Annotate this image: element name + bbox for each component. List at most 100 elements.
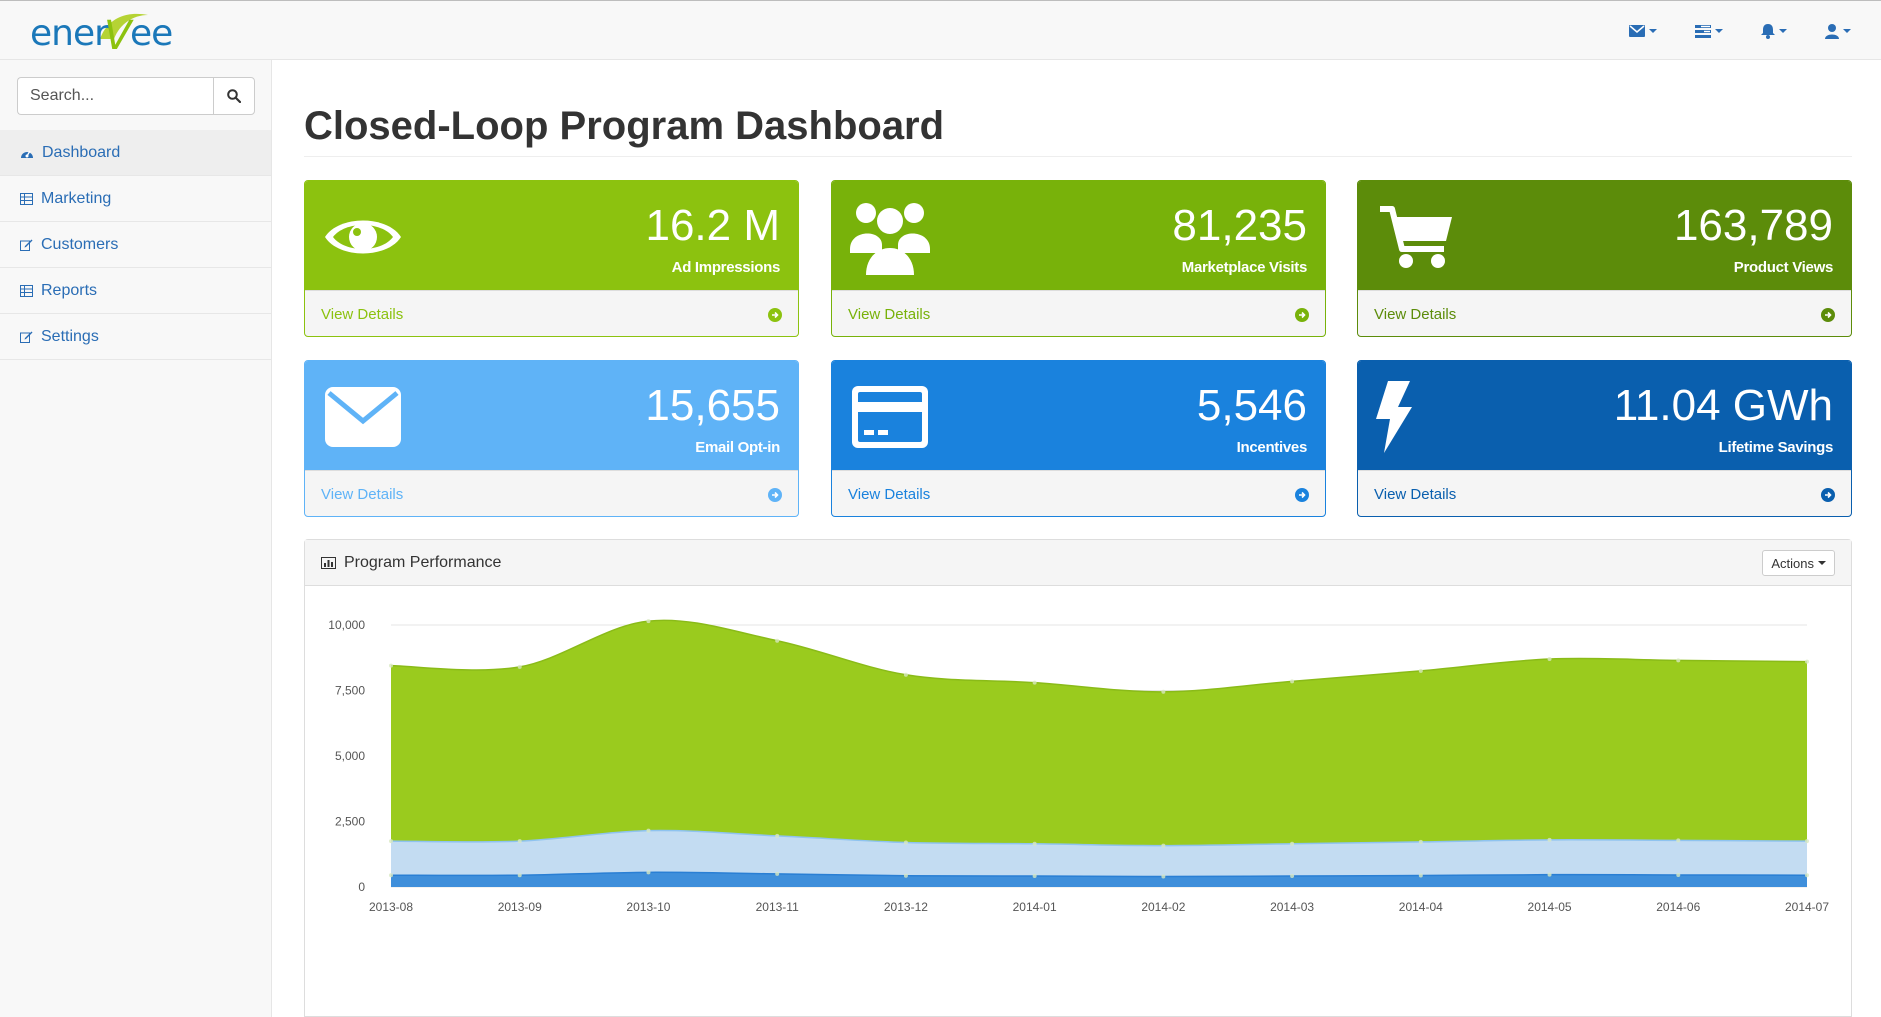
user-dropdown[interactable] xyxy=(1825,17,1851,45)
data-point xyxy=(903,873,908,878)
stat-value: 5,546 xyxy=(1196,381,1307,430)
view-details-link[interactable]: View Details xyxy=(1358,290,1851,336)
x-tick-label: 2014-05 xyxy=(1528,900,1572,914)
view-details-label: View Details xyxy=(848,486,931,503)
search-icon xyxy=(227,89,241,103)
edit-icon xyxy=(20,239,33,251)
tasks-dropdown[interactable] xyxy=(1695,17,1723,45)
data-point xyxy=(1032,680,1037,685)
actions-label: Actions xyxy=(1771,555,1814,571)
program-performance-panel: Program Performance Actions 0 2,500 5,000 7… xyxy=(304,539,1852,1017)
bell-icon xyxy=(1761,23,1775,39)
arrow-circle-right-icon xyxy=(1295,307,1309,322)
panel-heading: 16.2 M Ad Impressions xyxy=(305,181,798,290)
chevron-down-icon xyxy=(1779,29,1787,33)
data-point xyxy=(1032,841,1037,846)
sidebar-item-marketing[interactable]: Marketing xyxy=(0,176,271,222)
view-details-link[interactable]: View Details xyxy=(305,290,798,336)
x-tick-label: 2014-03 xyxy=(1270,900,1314,914)
stat-panel-product-views: 163,789 Product Views View Details xyxy=(1357,180,1852,337)
chevron-down-icon xyxy=(1818,561,1826,565)
data-point xyxy=(389,663,393,668)
stat-panel-email-opt-in: 15,655 Email Opt-in View Details xyxy=(304,360,799,517)
x-tick-label: 2013-12 xyxy=(884,900,928,914)
sidebar-item-label: Marketing xyxy=(41,189,112,207)
data-point xyxy=(1676,658,1681,663)
svg-text:ener: ener xyxy=(30,13,109,54)
sidebar-item-settings[interactable]: Settings xyxy=(0,314,271,360)
view-details-link[interactable]: View Details xyxy=(305,470,798,516)
data-point xyxy=(775,871,780,876)
data-point xyxy=(389,873,393,878)
sidebar-item-reports[interactable]: Reports xyxy=(0,268,271,314)
y-tick-label: 7,500 xyxy=(335,684,365,698)
search-input[interactable] xyxy=(17,77,213,115)
table-icon xyxy=(20,192,33,205)
data-point xyxy=(1805,839,1809,844)
data-point xyxy=(903,840,908,845)
arrow-circle-right-icon xyxy=(768,307,782,322)
chevron-down-icon xyxy=(1649,29,1657,33)
data-point xyxy=(1032,873,1037,878)
data-point xyxy=(1418,839,1423,844)
table-icon xyxy=(20,284,33,297)
arrow-circle-right-icon xyxy=(768,487,782,502)
arrow-circle-right-icon xyxy=(1821,487,1835,502)
x-tick-label: 2014-06 xyxy=(1656,900,1700,914)
stat-value: 163,789 xyxy=(1673,201,1833,250)
stat-label: Marketplace Visits xyxy=(1181,259,1308,276)
tasks-icon xyxy=(1695,24,1711,38)
arrow-circle-right-icon xyxy=(1821,307,1835,322)
chevron-down-icon xyxy=(1715,29,1723,33)
y-tick-label: 10,000 xyxy=(328,618,365,632)
data-point xyxy=(1676,838,1681,843)
x-tick-label: 2014-01 xyxy=(1013,900,1057,914)
panel-heading: 5,546 Incentives xyxy=(832,361,1325,470)
view-details-link[interactable]: View Details xyxy=(832,290,1325,336)
x-tick-label: 2013-08 xyxy=(369,900,413,914)
panel-heading: 81,235 Marketplace Visits xyxy=(832,181,1325,290)
data-point xyxy=(646,619,651,624)
data-point xyxy=(1805,659,1809,664)
x-tick-label: 2014-02 xyxy=(1141,900,1185,914)
y-tick-label: 0 xyxy=(358,880,365,894)
view-details-label: View Details xyxy=(848,306,931,323)
data-point xyxy=(517,664,522,669)
stat-label: Ad Impressions xyxy=(671,259,781,276)
top-navbar: ener V ee xyxy=(0,0,1881,60)
search-button[interactable] xyxy=(213,77,255,115)
svg-text:ee: ee xyxy=(130,13,172,54)
program-performance-chart: 0 2,500 5,000 7,500 10,000 2013-08 2013-09 2013… xyxy=(328,618,1829,914)
messages-dropdown[interactable] xyxy=(1629,17,1657,45)
bar-chart-icon xyxy=(321,556,336,569)
stat-panel-incentives: 5,546 Incentives View Details xyxy=(831,360,1326,517)
data-point xyxy=(775,833,780,838)
sidebar-search xyxy=(17,77,255,115)
sidebar-item-customers[interactable]: Customers xyxy=(0,222,271,268)
data-point xyxy=(1547,837,1552,842)
edit-icon xyxy=(20,331,33,343)
bolt-icon xyxy=(1374,375,1458,459)
data-point xyxy=(903,672,908,677)
data-point xyxy=(1547,872,1552,877)
view-details-label: View Details xyxy=(1374,486,1457,503)
view-details-link[interactable]: View Details xyxy=(1358,470,1851,516)
sidebar-item-label: Dashboard xyxy=(42,143,121,161)
brand-logo[interactable]: ener V ee xyxy=(30,11,190,57)
data-point xyxy=(1161,689,1166,694)
data-point xyxy=(1676,872,1681,877)
sidebar-item-label: Settings xyxy=(41,327,99,345)
alerts-dropdown[interactable] xyxy=(1761,17,1787,45)
view-details-link[interactable]: View Details xyxy=(832,470,1325,516)
chevron-down-icon xyxy=(1843,29,1851,33)
data-point xyxy=(389,839,393,844)
chart-panel-title: Program Performance xyxy=(344,553,502,571)
panel-heading: 163,789 Product Views xyxy=(1358,181,1851,290)
actions-dropdown-button[interactable]: Actions xyxy=(1762,550,1835,576)
sidebar-nav: Dashboard Marketing Customers Reports Se… xyxy=(0,130,271,360)
x-tick-label: 2014-07 xyxy=(1785,900,1829,914)
panel-heading: 11.04 GWh Lifetime Savings xyxy=(1358,361,1851,470)
data-point xyxy=(775,638,780,643)
data-point xyxy=(1418,668,1423,673)
sidebar-item-dashboard[interactable]: Dashboard xyxy=(0,130,271,176)
